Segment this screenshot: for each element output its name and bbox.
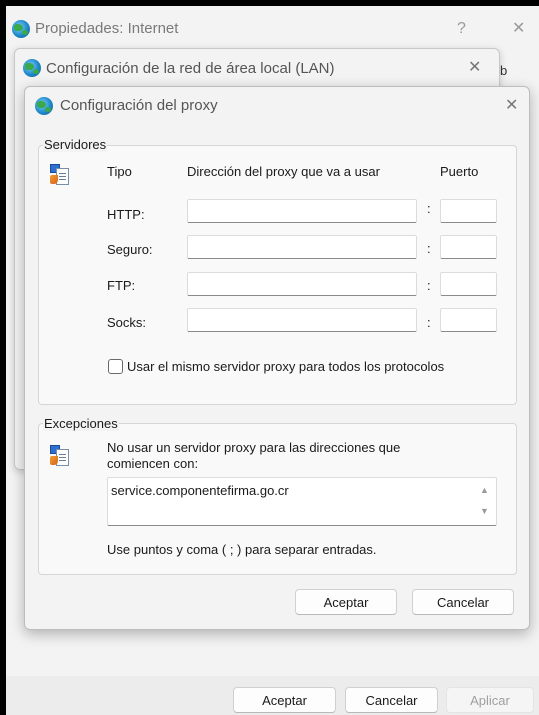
close-icon[interactable]: ✕ — [468, 60, 481, 76]
ftp-port-input[interactable] — [440, 272, 497, 296]
window-title: Configuración de la red de área local (L… — [46, 60, 335, 77]
network-proxy-icon — [50, 164, 70, 188]
socks-label: Socks: — [107, 315, 147, 330]
exceptions-description-line1: No usar un servidor proxy para las direc… — [107, 440, 401, 455]
same-server-label[interactable]: Usar el mismo servidor proxy para todos … — [127, 359, 444, 374]
http-port-input[interactable] — [440, 199, 497, 223]
socks-address-input[interactable] — [187, 308, 417, 332]
secure-address-input[interactable] — [187, 235, 417, 259]
exceptions-description-line2: comiencen con: — [107, 456, 199, 471]
internet-globe-icon — [23, 59, 41, 77]
cancel-button[interactable]: Cancelar — [345, 687, 438, 713]
colon-separator: : — [427, 241, 431, 256]
exceptions-textarea[interactable]: service.componentefirma.go.cr ▲ ▼ — [107, 477, 497, 526]
colon-separator: : — [427, 278, 431, 293]
http-address-input[interactable] — [187, 199, 417, 223]
cancel-button[interactable]: Cancelar — [412, 589, 514, 615]
colon-separator: : — [427, 201, 431, 216]
internet-globe-icon — [12, 20, 30, 38]
exceptions-value: service.componentefirma.go.cr — [111, 483, 289, 498]
exceptions-group-label: Excepciones — [43, 416, 119, 431]
secure-label: Seguro: — [107, 242, 153, 257]
ok-button[interactable]: Aceptar — [295, 589, 397, 615]
column-port-header: Puerto — [440, 164, 479, 179]
apply-button[interactable]: Aplicar — [446, 687, 534, 713]
socks-port-input[interactable] — [440, 308, 497, 332]
same-server-checkbox[interactable] — [108, 359, 123, 374]
ok-button[interactable]: Aceptar — [233, 687, 336, 713]
scroll-down-arrow-icon[interactable]: ▼ — [480, 506, 489, 516]
close-icon[interactable]: ✕ — [505, 98, 518, 114]
close-icon[interactable]: ✕ — [512, 21, 525, 37]
ftp-label: FTP: — [107, 278, 136, 293]
help-button[interactable]: ? — [457, 21, 466, 37]
proxy-settings-window: Configuración del proxy ✕ Servidores Tip… — [24, 86, 530, 630]
ftp-address-input[interactable] — [187, 272, 417, 296]
column-type-header: Tipo — [107, 164, 132, 179]
servers-group-label: Servidores — [43, 137, 108, 152]
window-title: Propiedades: Internet — [35, 20, 179, 37]
secure-port-input[interactable] — [440, 235, 497, 259]
http-label: HTTP: — [107, 207, 145, 222]
colon-separator: : — [427, 315, 431, 330]
window-title: Configuración del proxy — [60, 97, 218, 114]
internet-globe-icon — [35, 97, 53, 115]
partial-tab-label[interactable]: b — [500, 63, 507, 78]
column-address-header: Dirección del proxy que va a usar — [187, 164, 380, 179]
scroll-up-arrow-icon[interactable]: ▲ — [480, 485, 489, 495]
exceptions-hint: Use puntos y coma ( ; ) para separar ent… — [107, 542, 377, 557]
network-proxy-icon — [50, 445, 70, 469]
